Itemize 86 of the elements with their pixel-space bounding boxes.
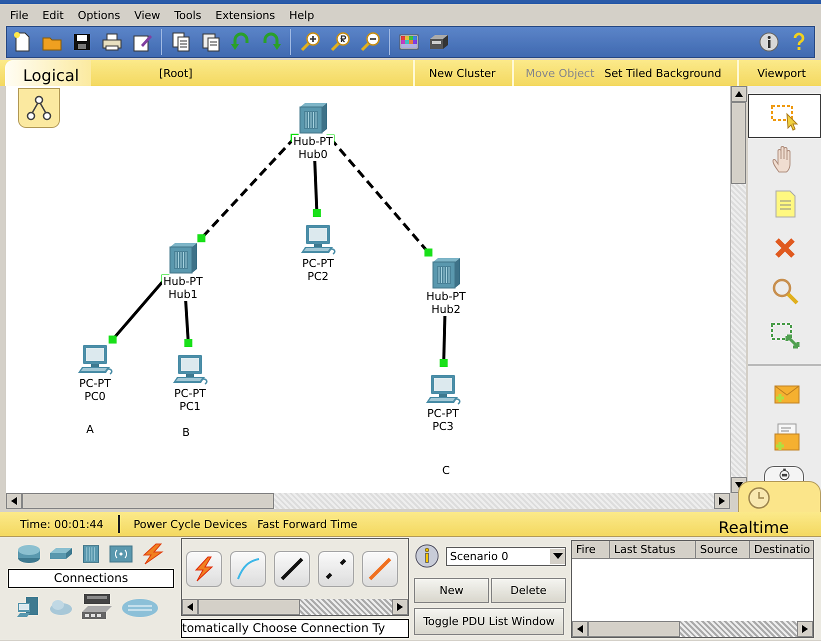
time-display: Time: 00:01:44 xyxy=(0,515,120,533)
menu-item[interactable]: Options xyxy=(70,8,128,22)
down-arrow-icon[interactable] xyxy=(735,481,743,489)
scenario-button[interactable]: Delete xyxy=(491,578,566,603)
logical-tab[interactable]: Logical xyxy=(5,60,91,86)
scroll-thumb[interactable] xyxy=(22,493,274,509)
device-name: Hub2 xyxy=(430,303,462,316)
scroll-thumb[interactable] xyxy=(588,621,680,637)
crossover-cable-button[interactable] xyxy=(318,551,354,587)
menu-item[interactable]: View xyxy=(127,8,168,22)
zoom-reset-icon[interactable] xyxy=(329,31,351,53)
device-name: PC0 xyxy=(83,390,107,403)
lightning-icon[interactable] xyxy=(140,543,166,565)
left-arrow-icon[interactable] xyxy=(576,625,584,633)
menu-item[interactable]: Tools xyxy=(167,8,208,22)
device-model: PC-PT xyxy=(173,387,207,400)
device-name: Hub0 xyxy=(297,148,329,161)
menu-item[interactable]: Edit xyxy=(35,8,71,22)
horizontal-scrollbar[interactable] xyxy=(572,621,813,637)
save-icon[interactable] xyxy=(71,31,93,53)
info-icon[interactable] xyxy=(414,543,440,569)
connection-caption: tomatically Choose Connection Ty xyxy=(181,619,409,638)
device-name: PC1 xyxy=(178,400,202,413)
root-path[interactable]: [Root] xyxy=(159,66,193,80)
router-icon[interactable] xyxy=(16,544,42,564)
horizontal-scrollbar[interactable] xyxy=(181,599,409,616)
device-model: PC-PT xyxy=(78,377,112,390)
note-label: A xyxy=(85,422,95,438)
scroll-thumb[interactable] xyxy=(198,599,300,615)
column-header[interactable]: Fire xyxy=(572,541,610,559)
zoom-in-icon[interactable] xyxy=(299,31,321,53)
column-header[interactable]: Last Status xyxy=(610,541,696,559)
horizontal-scrollbar[interactable] xyxy=(6,493,730,509)
toggle-pdu-list-button[interactable]: Toggle PDU List Window xyxy=(414,608,564,635)
scenario-button[interactable]: New xyxy=(414,578,489,603)
straight-cable-button[interactable] xyxy=(274,551,310,587)
computer-icon[interactable] xyxy=(423,373,463,407)
device-model: Hub-PT xyxy=(292,135,334,148)
scenario-dropdown[interactable]: Scenario 0 xyxy=(446,546,566,566)
select-tool[interactable] xyxy=(748,94,821,138)
device-model: Hub-PT xyxy=(425,290,467,303)
zoom-out-icon[interactable] xyxy=(359,31,381,53)
device-name: Hub1 xyxy=(167,288,199,301)
logical-label: Logical xyxy=(23,66,80,86)
printer-icon[interactable] xyxy=(101,31,123,53)
device-model: PC-PT xyxy=(426,407,460,420)
fiber-cable-button[interactable] xyxy=(362,551,398,587)
scroll-thumb[interactable] xyxy=(731,102,746,184)
simulation-tab[interactable] xyxy=(764,466,804,481)
menu-item[interactable]: Help xyxy=(282,8,322,22)
note-label: B xyxy=(181,425,191,441)
right-arrow-icon[interactable] xyxy=(801,625,809,633)
up-arrow-icon[interactable] xyxy=(735,90,743,98)
status-action[interactable]: Power Cycle Devices xyxy=(134,518,248,530)
category-label: Connections xyxy=(8,569,174,588)
column-header[interactable]: Destinatio xyxy=(750,541,813,559)
left-arrow-icon[interactable] xyxy=(186,603,194,611)
menu-item[interactable]: Extensions xyxy=(208,8,282,22)
device-name: PC3 xyxy=(431,420,455,433)
column-header[interactable]: Source xyxy=(696,541,750,559)
auto-connection-button[interactable] xyxy=(186,551,222,587)
vertical-scrollbar[interactable] xyxy=(730,86,746,493)
wireless-icon[interactable] xyxy=(108,543,134,565)
logical-view-icon[interactable] xyxy=(18,88,60,128)
right-arrow-icon[interactable] xyxy=(718,497,726,505)
menu-item[interactable]: File xyxy=(3,8,36,22)
hub-icon[interactable] xyxy=(80,543,102,565)
status-action[interactable]: Fast Forward Time xyxy=(257,518,358,530)
workspace-action[interactable]: Set Tiled Background xyxy=(604,60,738,86)
device-name: PC2 xyxy=(306,270,330,283)
dropdown-arrow-icon xyxy=(552,553,562,559)
computer-icon[interactable] xyxy=(170,353,210,387)
left-arrow-icon[interactable] xyxy=(10,497,18,505)
clock-icon xyxy=(747,486,771,510)
copy-icon[interactable] xyxy=(170,31,192,53)
info-icon[interactable] xyxy=(758,31,780,53)
stopwatch-icon xyxy=(778,468,790,481)
device-model: Hub-PT xyxy=(162,275,204,288)
right-arrow-icon[interactable] xyxy=(396,603,404,611)
multiuser-device-icon[interactable] xyxy=(80,592,114,622)
computer-icon[interactable] xyxy=(298,223,338,257)
realtime-label: Realtime xyxy=(718,518,789,536)
note-label: C xyxy=(441,463,451,479)
computer-icon[interactable] xyxy=(75,343,115,377)
paste-icon[interactable] xyxy=(200,31,222,53)
device-model: PC-PT xyxy=(301,257,335,270)
